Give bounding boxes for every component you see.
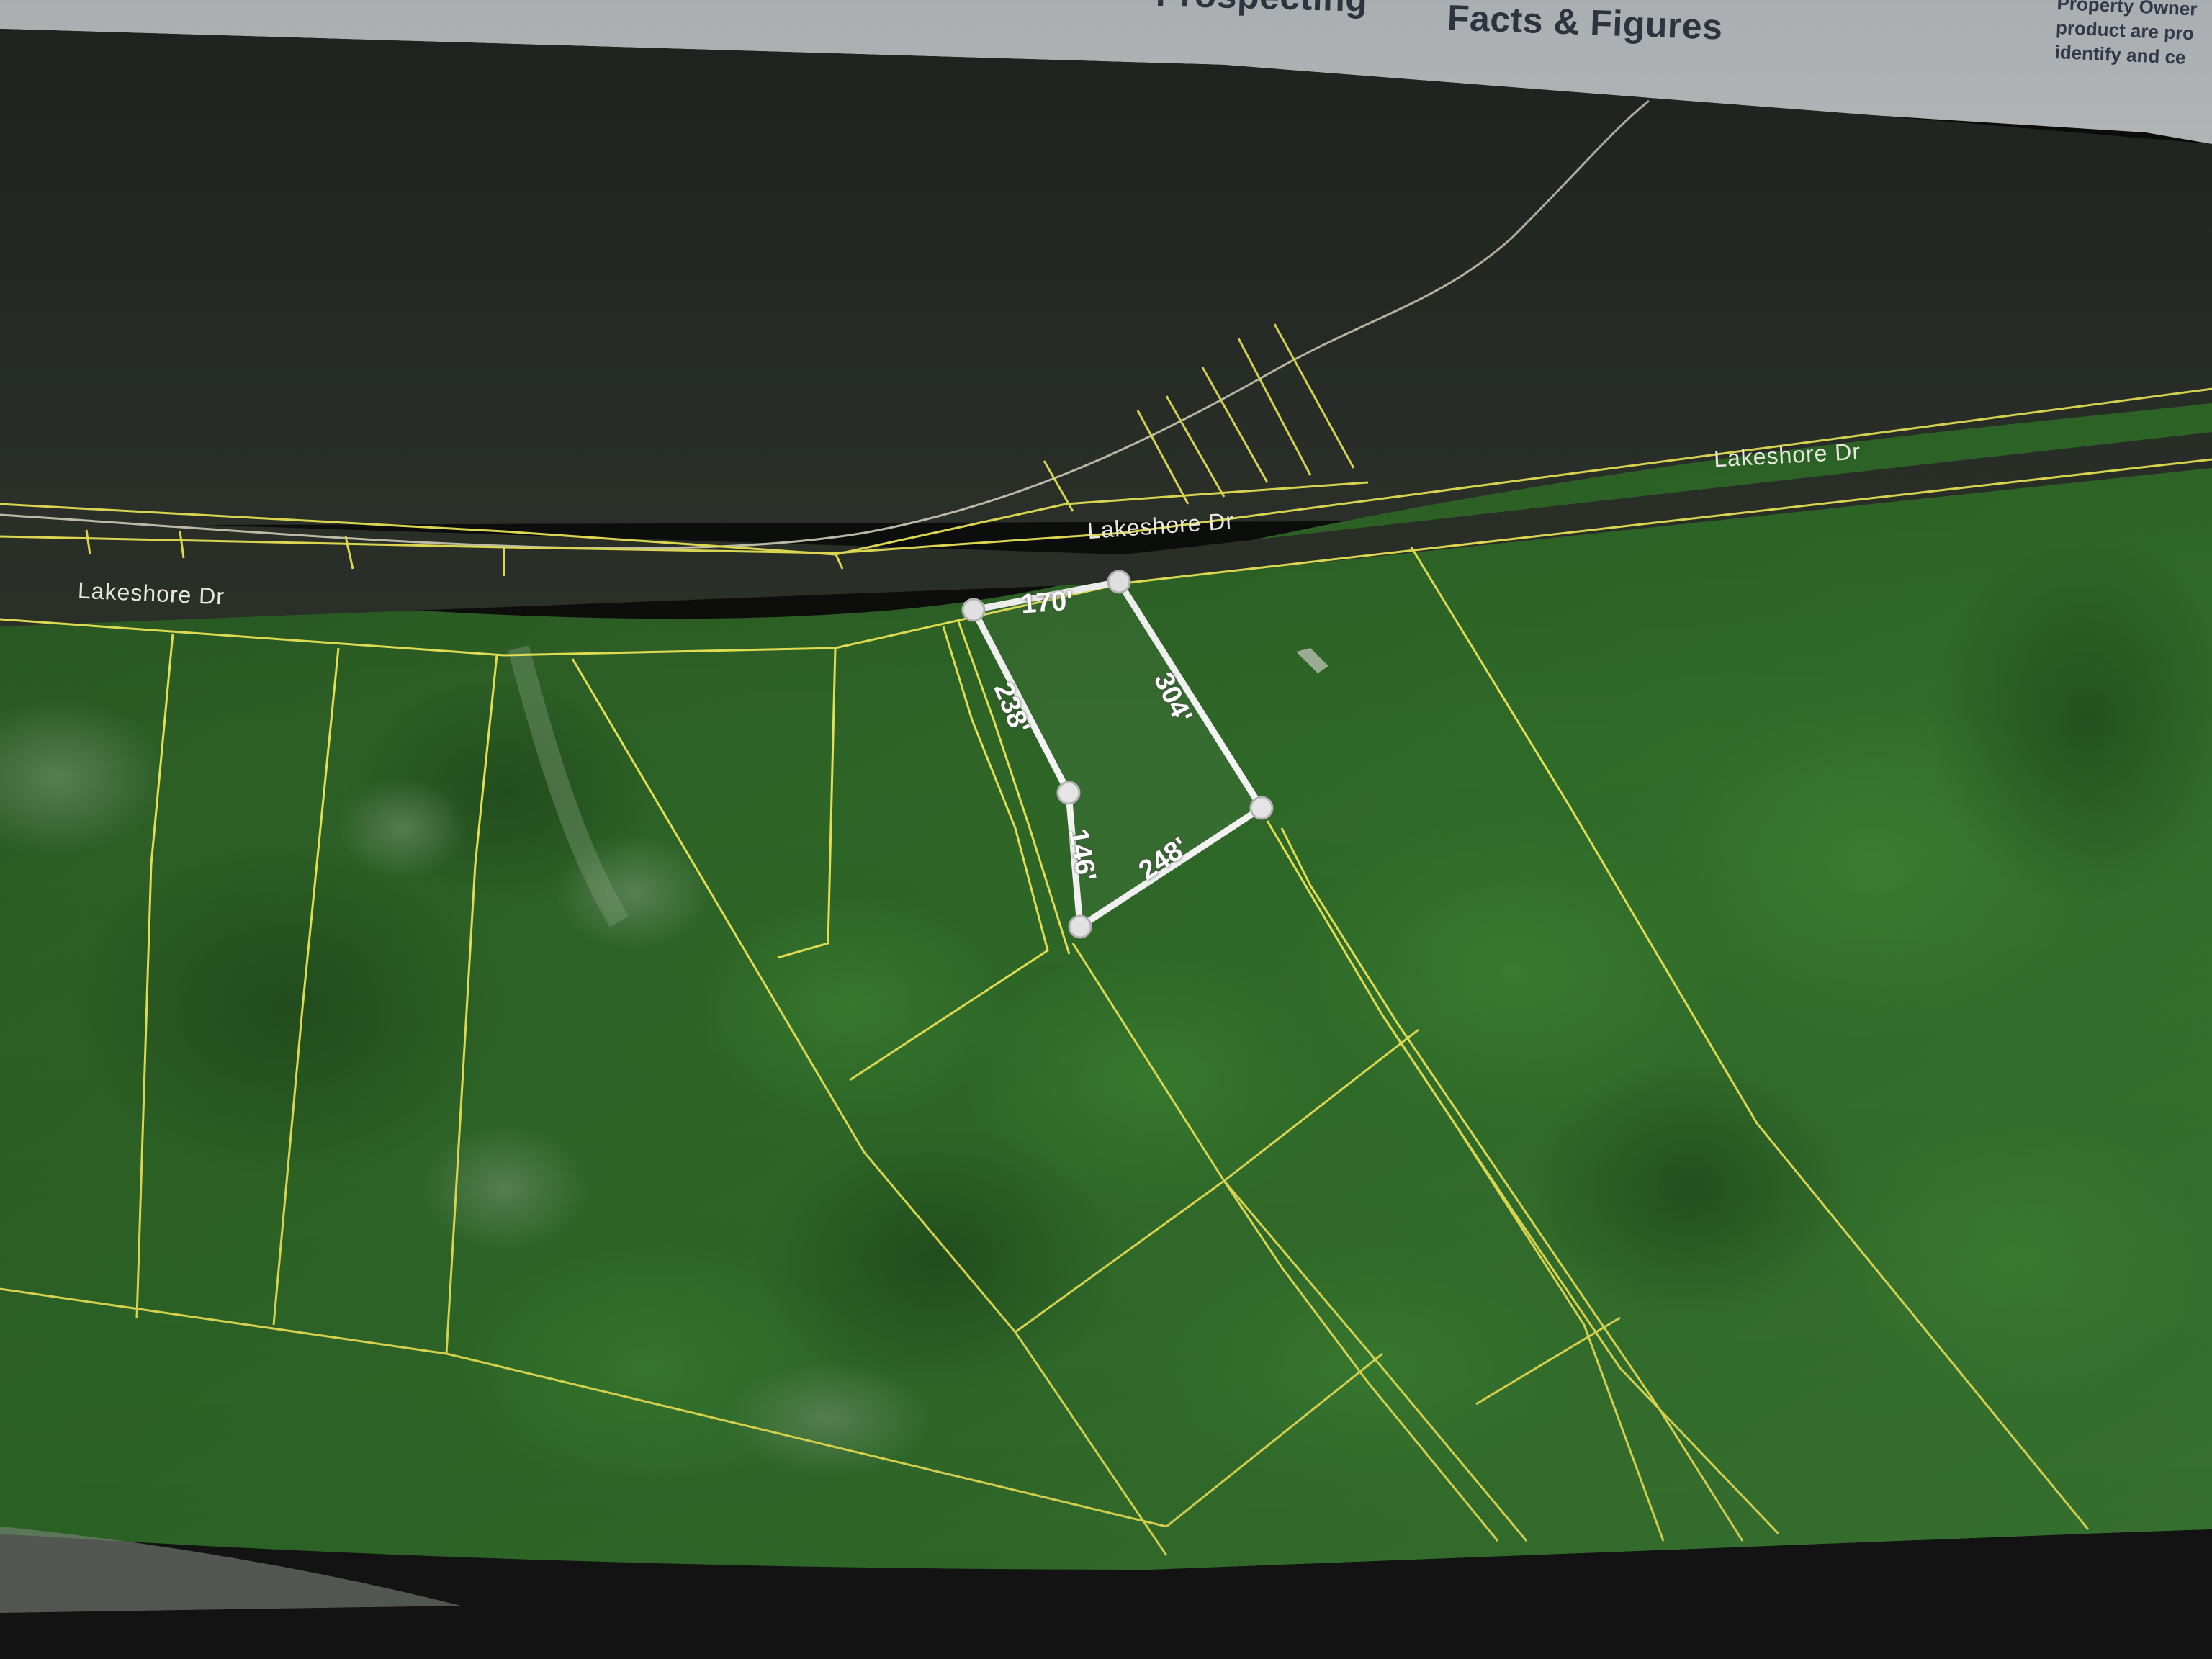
vignette-overlay (0, 0, 2212, 1659)
map-canvas[interactable] (0, 0, 2212, 1659)
screen: Prospecting Facts & Figures Property Own… (0, 0, 2212, 1659)
dimension-label-north: 170' (1020, 585, 1074, 620)
